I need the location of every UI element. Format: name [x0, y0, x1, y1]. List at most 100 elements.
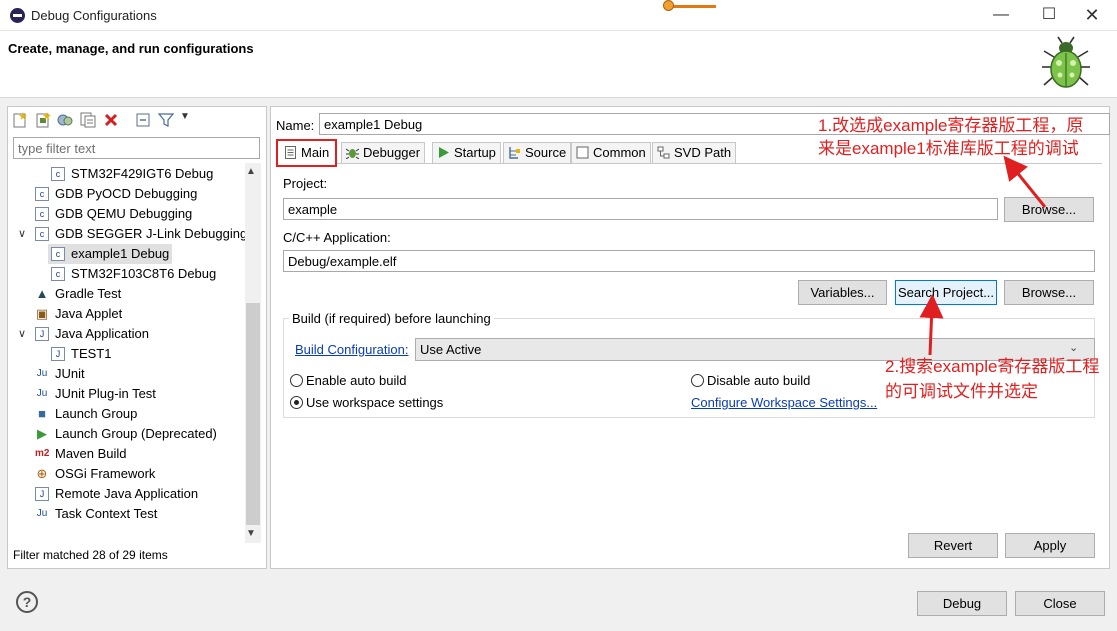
- search-project-button[interactable]: Search Project...: [895, 280, 997, 305]
- disable-auto-build-radio[interactable]: [691, 374, 704, 387]
- tree-item[interactable]: c STM32F103C8T6 Debug: [8, 264, 245, 284]
- eclipse-icon: [10, 8, 25, 23]
- launch-config-tree: c STM32F429IGT6 Debug c GDB PyOCD Debugging…: [8, 164, 247, 524]
- tree-item[interactable]: ▣ Java Applet: [8, 304, 245, 324]
- bug-icon: [1042, 36, 1090, 88]
- debugger-icon: [346, 148, 359, 160]
- minimize-button[interactable]: —: [989, 4, 1013, 26]
- tree-item-label: GDB QEMU Debugging: [55, 206, 193, 221]
- tab-common[interactable]: Common: [571, 142, 651, 163]
- application-input[interactable]: [283, 250, 1095, 272]
- c-config-icon: c: [51, 166, 65, 181]
- tab-source-label: Source: [525, 145, 567, 160]
- application-browse-button[interactable]: Browse...: [1004, 280, 1094, 305]
- close-button[interactable]: Close: [1015, 591, 1105, 616]
- new-prototype-icon[interactable]: [35, 112, 51, 128]
- project-input[interactable]: [283, 198, 998, 220]
- tree-item[interactable]: ■ Launch Group: [8, 404, 245, 424]
- tree-item[interactable]: Ju Task Context Test: [8, 504, 245, 524]
- tree-item[interactable]: c GDB QEMU Debugging: [8, 204, 245, 224]
- tree-item[interactable]: Ju JUnit: [8, 364, 245, 384]
- tab-svd-path[interactable]: SVD Path: [652, 142, 737, 163]
- close-window-button[interactable]: ✕: [1080, 4, 1104, 26]
- use-workspace-settings-label[interactable]: Use workspace settings: [306, 395, 443, 410]
- remote-java-icon: J: [35, 486, 49, 501]
- tree-item-label: JUnit: [55, 366, 85, 381]
- main-tab-icon: [285, 146, 296, 160]
- enable-auto-build-radio[interactable]: [290, 374, 303, 387]
- enable-auto-build-label[interactable]: Enable auto build: [306, 373, 406, 388]
- tree-item[interactable]: J TEST1: [8, 344, 245, 364]
- tree-item-label: JUnit Plug-in Test: [55, 386, 156, 401]
- debug-button[interactable]: Debug: [917, 591, 1007, 616]
- expand-chevron-icon[interactable]: ∨: [18, 224, 26, 244]
- tree-item[interactable]: c STM32F429IGT6 Debug: [8, 164, 245, 184]
- annotation-2-line-2: 的可调试文件并选定: [885, 382, 1038, 401]
- annotation-1-line-1: 1.改选成example寄存器版工程，原: [818, 116, 1084, 135]
- build-group-label: Build (if required) before launching: [289, 311, 494, 326]
- project-browse-button[interactable]: Browse...: [1004, 197, 1094, 222]
- tab-startup-label: Startup: [454, 145, 496, 160]
- svd-icon: [657, 146, 670, 159]
- launch-deprecated-icon: ▶: [37, 425, 47, 441]
- tree-item[interactable]: m2 Maven Build: [8, 444, 245, 464]
- c-config-icon: c: [35, 186, 49, 201]
- filter-menu-chevron-icon[interactable]: ▼: [180, 111, 190, 122]
- collapse-all-icon[interactable]: [135, 112, 151, 128]
- dialog-header-title: Create, manage, and run configurations: [8, 41, 254, 56]
- maven-icon: m2: [35, 447, 50, 459]
- tree-item[interactable]: c example1 Debug: [8, 244, 245, 264]
- tab-source[interactable]: Source: [503, 142, 572, 163]
- delete-config-icon[interactable]: [103, 112, 119, 128]
- maximize-button[interactable]: ☐: [1037, 4, 1061, 26]
- apply-button[interactable]: Apply: [1005, 533, 1095, 558]
- application-label: C/C++ Application:: [283, 230, 391, 245]
- duplicate-config-icon[interactable]: [80, 112, 96, 128]
- chevron-down-icon[interactable]: ⌄: [1069, 341, 1078, 354]
- tree-item[interactable]: c GDB PyOCD Debugging: [8, 184, 245, 204]
- tree-scrollbar-thumb[interactable]: [246, 303, 260, 525]
- tab-startup[interactable]: Startup: [432, 142, 501, 163]
- tree-item-label: Java Applet: [55, 306, 123, 321]
- tree-item-label: STM32F103C8T6 Debug: [71, 266, 217, 281]
- java-app-icon: J: [35, 326, 49, 341]
- window-title: Debug Configurations: [31, 8, 157, 23]
- common-icon: [576, 146, 589, 159]
- tree-item[interactable]: ▲ Gradle Test: [8, 284, 245, 304]
- tab-main[interactable]: Main: [276, 139, 338, 167]
- revert-button[interactable]: Revert: [908, 533, 998, 558]
- disable-auto-build-label[interactable]: Disable auto build: [707, 373, 810, 388]
- junit-plugin-icon: Ju: [36, 387, 48, 399]
- tree-item-label: Maven Build: [55, 446, 127, 461]
- slider-track: [668, 5, 716, 8]
- tree-item-label: GDB PyOCD Debugging: [55, 186, 198, 201]
- tree-item-label: Remote Java Application: [55, 486, 199, 501]
- tab-svd-path-label: SVD Path: [674, 145, 732, 160]
- new-config-icon[interactable]: [12, 112, 28, 128]
- tree-item[interactable]: J Remote Java Application: [8, 484, 245, 504]
- build-configuration-link[interactable]: Build Configuration:: [295, 342, 408, 357]
- tree-item-label: Task Context Test: [55, 506, 158, 521]
- tab-debugger[interactable]: Debugger: [341, 142, 426, 163]
- title-bar: [0, 0, 1117, 31]
- tree-item[interactable]: ∨ J Java Application: [8, 324, 245, 344]
- tree-item[interactable]: Ju JUnit Plug-in Test: [8, 384, 245, 404]
- variables-button[interactable]: Variables...: [798, 280, 887, 305]
- scroll-up-icon[interactable]: ▲: [246, 166, 256, 177]
- scroll-down-icon[interactable]: ▼: [246, 528, 256, 539]
- tree-item-label: Launch Group (Deprecated): [55, 426, 217, 441]
- configure-workspace-settings-link[interactable]: Configure Workspace Settings...: [691, 395, 877, 410]
- filter-input[interactable]: [13, 137, 260, 159]
- java-app-icon: J: [51, 346, 65, 361]
- help-icon[interactable]: ?: [16, 591, 38, 613]
- osgi-icon: ⊕: [36, 465, 48, 481]
- tree-item[interactable]: ∨ c GDB SEGGER J-Link Debugging: [8, 224, 247, 244]
- use-workspace-settings-radio[interactable]: [290, 396, 303, 409]
- tree-item[interactable]: ▶ Launch Group (Deprecated): [8, 424, 245, 444]
- link-prototype-icon[interactable]: [57, 112, 73, 128]
- tree-item[interactable]: ⊕ OSGi Framework: [8, 464, 245, 484]
- filter-icon[interactable]: [158, 112, 174, 128]
- expand-chevron-icon[interactable]: ∨: [18, 324, 26, 344]
- slider-knob[interactable]: [663, 0, 674, 11]
- tree-item-label: STM32F429IGT6 Debug: [71, 166, 214, 181]
